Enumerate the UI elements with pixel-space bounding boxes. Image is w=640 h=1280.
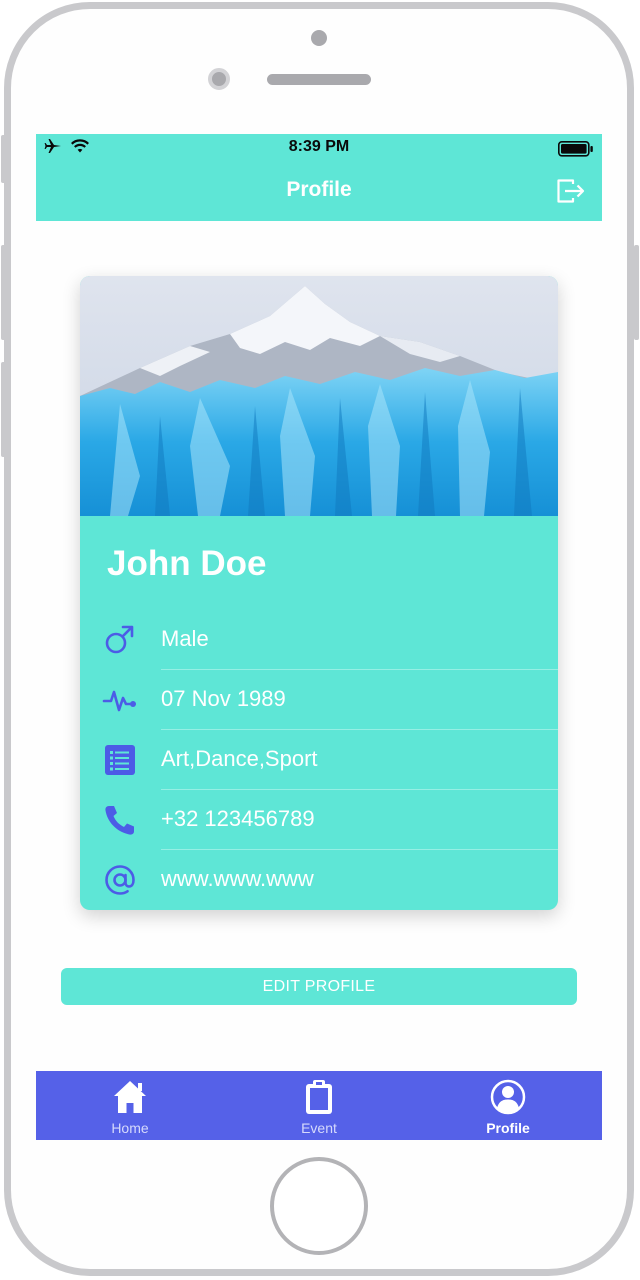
volume-up-button [1,245,6,340]
edit-profile-button[interactable]: EDIT PROFILE [61,968,577,1005]
profile-name: John Doe [107,544,267,583]
gender-value: Male [161,626,209,651]
cover-image [80,276,558,516]
tab-home-label: Home [111,1120,149,1136]
list-icon [105,745,135,775]
info-row-website[interactable]: www.www.www [80,850,558,910]
birthdate-value: 07 Nov 1989 [161,686,286,711]
phone-value: +32 123456789 [161,806,315,831]
home-icon [114,1081,146,1113]
logout-button[interactable] [556,178,586,204]
volume-down-button [1,362,6,457]
tab-profile[interactable]: Profile [414,1071,602,1140]
page-title: Profile [286,178,352,201]
earpiece-speaker [267,74,371,85]
profile-icon [490,1079,526,1115]
clipboard-icon [306,1080,332,1114]
front-camera [208,68,230,90]
mute-switch [1,135,6,183]
heartbeat-icon [102,690,136,712]
power-button [634,245,639,340]
proximity-sensor [311,30,327,46]
profile-card: John Doe Male 07 Nov 1989 Art,Dance,Spor… [80,276,558,910]
home-button[interactable] [270,1157,368,1255]
logout-icon [557,179,585,203]
website-value: www.www.www [161,866,314,891]
tab-event[interactable]: Event [225,1071,413,1140]
navigation-bar: Profile [36,164,602,221]
info-row-gender: Male [80,610,558,670]
tab-bar: Home Event Profile [36,1071,602,1140]
interests-value: Art,Dance,Sport [161,746,318,771]
app-screen: 8:39 PM Profile John Doe Male 07 Nov 198… [36,134,602,1140]
info-row-interests: Art,Dance,Sport [80,730,558,790]
tab-event-label: Event [301,1120,337,1136]
male-icon [105,625,134,654]
tab-profile-label: Profile [486,1120,530,1136]
at-icon [105,865,135,895]
info-row-birthdate: 07 Nov 1989 [80,670,558,730]
status-bar: 8:39 PM [36,134,602,164]
phone-icon [105,806,134,835]
status-time: 8:39 PM [288,138,350,155]
battery-icon [558,141,594,162]
tab-home[interactable]: Home [36,1071,224,1140]
info-row-phone[interactable]: +32 123456789 [80,790,558,850]
